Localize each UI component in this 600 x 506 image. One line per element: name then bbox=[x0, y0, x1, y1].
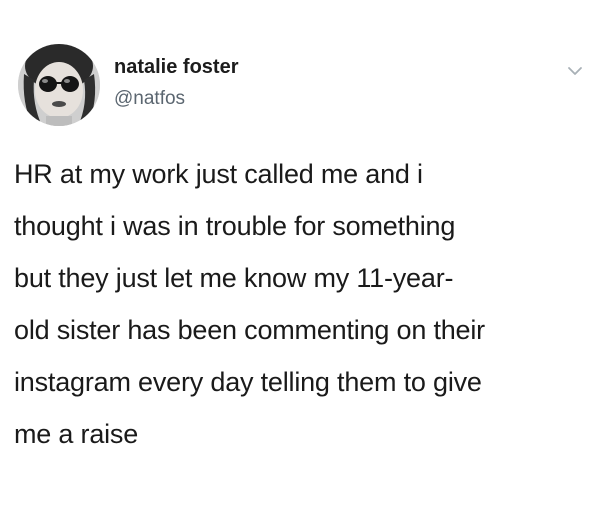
tweet-text-line: HR at my work just called me and i bbox=[14, 159, 423, 189]
tweet-text-line: instagram every day telling them to give bbox=[14, 367, 482, 397]
tweet-text-line: thought i was in trouble for something bbox=[14, 211, 456, 241]
chevron-down-icon[interactable] bbox=[566, 64, 584, 78]
tweet-card: natalie foster @natfos HR at my work jus… bbox=[0, 0, 600, 506]
tweet-text: HR at my work just called me and i thoug… bbox=[14, 148, 590, 460]
tweet-text-line: me a raise bbox=[14, 419, 139, 449]
author-display-name[interactable]: natalie foster bbox=[114, 56, 238, 79]
avatar[interactable] bbox=[18, 44, 100, 126]
tweet-text-line: old sister has been commenting on their bbox=[14, 315, 485, 345]
author-handle[interactable]: @natfos bbox=[114, 88, 185, 110]
tweet-text-line: but they just let me know my 11-year- bbox=[14, 263, 454, 293]
profile-photo-icon bbox=[18, 44, 100, 126]
